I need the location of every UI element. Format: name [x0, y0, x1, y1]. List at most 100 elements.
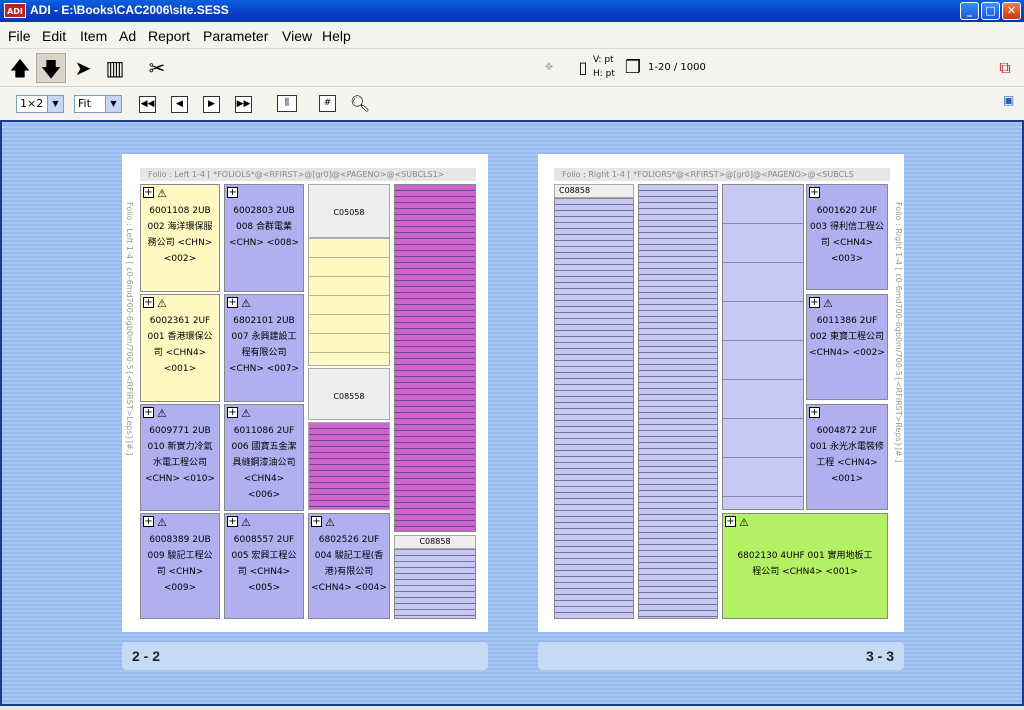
chevron-down-icon: ▼ — [47, 96, 63, 112]
menu-help[interactable]: Help — [322, 28, 351, 44]
page-range: 1-20 / 1000 — [648, 62, 706, 73]
ad-cell[interactable]: + ⚠ 6009771 2UB 010 新實力冷氣水電工程公司 <CHN> <01… — [140, 404, 220, 511]
menu-bar: File Edit Item Ad Report Parameter View … — [0, 22, 1024, 49]
filler-block[interactable] — [394, 184, 476, 532]
left-page-number: 2 - 2 — [132, 648, 161, 664]
expand-icon[interactable]: + — [227, 187, 238, 198]
filler-block[interactable] — [722, 184, 804, 510]
first-page-icon[interactable]: ◀◀ — [139, 96, 156, 113]
ad-cell[interactable]: + ⚠ 6002361 2UF 001 香港環保公司 <CHN4> <001> — [140, 294, 220, 402]
filler-block[interactable] — [638, 184, 718, 619]
warning-icon: ⚠ — [157, 187, 167, 200]
ad-cell[interactable]: + ⚠ 6008557 2UF 005 宏興工程公司 <CHN4> <005> — [224, 513, 304, 619]
arrow-down-icon[interactable]: 🡇 — [36, 53, 66, 83]
menu-parameter[interactable]: Parameter — [203, 28, 268, 44]
warning-icon: ⚠ — [241, 516, 251, 529]
minimize-button[interactable]: _ — [960, 2, 979, 20]
filler-block[interactable]: C05058 — [308, 184, 390, 238]
menu-item[interactable]: Item — [80, 28, 107, 44]
zoom-select[interactable]: Fit ▼ — [74, 95, 122, 113]
ad-cell[interactable]: + ⚠ 6802526 2UF 004 駿記工程(香港)有限公司 <CHN4> <… — [308, 513, 390, 619]
close-button[interactable]: ✕ — [1002, 2, 1021, 20]
expand-icon[interactable]: + — [725, 516, 736, 527]
warning-icon: ⚠ — [157, 516, 167, 529]
expand-icon[interactable]: + — [809, 187, 820, 198]
menu-file[interactable]: File — [8, 28, 31, 44]
warning-icon: ⚠ — [157, 297, 167, 310]
ad-label: 6001108 2UB 002 海洋環保服務公司 <CHN> <002> — [147, 206, 213, 264]
ad-label: 6008557 2UF 005 宏興工程公司 <CHN4> <005> — [231, 535, 297, 593]
left-page-side-label: Folio : Left 1-4 [ c0-6md700-6gb0m/700-5… — [125, 202, 134, 456]
pointer-icon[interactable]: ➤ — [68, 53, 98, 83]
vertical-unit: V: pt — [593, 55, 614, 65]
panel-icon[interactable]: ▣ — [1003, 93, 1014, 107]
left-page: Folio : Left 1-4 [ *FOLIOLS*@<RFIRST>@[g… — [122, 154, 488, 632]
ad-label: 6002361 2UF 001 香港環保公司 <CHN4> <001> — [147, 316, 213, 374]
ad-label: 6802101 2UB 007 永興建設工程有限公司 <CHN> <007> — [229, 316, 299, 374]
expand-icon[interactable]: + — [227, 297, 238, 308]
expand-icon[interactable]: + — [809, 407, 820, 418]
block-id: C08858 — [419, 537, 451, 546]
pages-icon[interactable]: ❐ — [618, 53, 648, 83]
ad-cell[interactable]: + ⚠ 6008389 2UB 009 駿記工程公司 <CHN> <009> — [140, 513, 220, 619]
filler-block[interactable]: C08858 — [554, 184, 634, 198]
ad-cell[interactable]: + ⚠ 6802101 2UB 007 永興建設工程有限公司 <CHN> <007… — [224, 294, 304, 402]
ad-cell[interactable]: + ⚠ 6001108 2UB 002 海洋環保服務公司 <CHN> <002> — [140, 184, 220, 292]
ad-cell[interactable]: + ⚠ 6802130 4UHF 001 實用地板工程公司 <CHN4> <001… — [722, 513, 888, 619]
zoom-select-value: Fit — [78, 97, 91, 110]
filler-block[interactable] — [308, 238, 390, 366]
ad-cell[interactable]: + ⚠ 6011086 2UF 006 國寶五金潔具縫鋼漆油公司 <CHN4> <… — [224, 404, 304, 511]
expand-icon[interactable]: + — [311, 516, 322, 527]
scissors-icon[interactable]: ✂ — [142, 53, 172, 83]
right-page: Folio : Right 1-4 [ *FOLIORS*@<RFIRST>@[… — [538, 154, 904, 632]
layout-workspace: Folio : Left 1-4 [ *FOLIOLS*@<RFIRST>@[g… — [0, 120, 1024, 706]
spread-icon[interactable]: ⫼ — [277, 95, 297, 112]
main-toolbar: 🡅 🡇 ➤ ▥ ✂ ✥ ▯ V: pt H: pt ❐ 1-20 / 1000 … — [0, 49, 1024, 132]
filler-block[interactable] — [308, 422, 390, 510]
next-page-icon[interactable]: ▶ — [203, 96, 220, 113]
filler-block[interactable] — [554, 198, 634, 619]
warning-icon: ⚠ — [241, 407, 251, 420]
horizontal-unit: H: pt — [593, 69, 615, 79]
add-column-icon[interactable]: ▥ — [100, 53, 130, 83]
ad-label: 6001620 2UF 003 得利信工程公司 <CHN4> <003> — [809, 206, 885, 264]
left-page-header: Folio : Left 1-4 [ *FOLIOLS*@<RFIRST>@[g… — [140, 168, 476, 181]
view-toolbar: 1×2 ▼ Fit ▼ ◀◀ ◀ ▶ ▶▶ ⫼ # 🔍︎ ▣ — [0, 87, 1024, 120]
warning-icon: ⚠ — [241, 297, 251, 310]
app-icon: ADI — [4, 3, 26, 18]
expand-icon[interactable]: + — [809, 297, 820, 308]
menu-edit[interactable]: Edit — [42, 28, 66, 44]
right-page-number: 3 - 3 — [865, 648, 894, 664]
expand-icon[interactable]: + — [143, 187, 154, 198]
warning-icon: ⚠ — [157, 407, 167, 420]
ad-cell[interactable]: + 6001620 2UF 003 得利信工程公司 <CHN4> <003> — [806, 184, 888, 290]
menu-report[interactable]: Report — [148, 28, 190, 44]
ad-cell[interactable]: + 6002803 2UB 008 合群電業 <CHN> <008> — [224, 184, 304, 292]
maximize-button[interactable]: □ — [981, 2, 1000, 20]
expand-icon[interactable]: + — [227, 516, 238, 527]
expand-icon[interactable]: + — [143, 297, 154, 308]
hash-icon[interactable]: # — [319, 95, 336, 112]
ad-label: 6008389 2UB 009 駿記工程公司 <CHN> <009> — [147, 535, 213, 593]
block-id: C05058 — [333, 208, 365, 217]
filler-block[interactable]: C08558 — [308, 368, 390, 420]
last-page-icon[interactable]: ▶▶ — [235, 96, 252, 113]
expand-icon[interactable]: + — [143, 407, 154, 418]
expand-icon[interactable]: + — [143, 516, 154, 527]
menu-ad[interactable]: Ad — [119, 28, 136, 44]
warning-icon: ⚠ — [823, 297, 833, 310]
layout-select[interactable]: 1×2 ▼ — [16, 95, 64, 113]
block-id: C08858 — [559, 186, 591, 195]
zoom-icon[interactable]: 🔍︎ — [345, 89, 375, 119]
menu-view[interactable]: View — [282, 28, 312, 44]
filler-block[interactable] — [394, 549, 476, 619]
ad-cell[interactable]: + 6004872 2UF 001 永光水電裝修工程 <CHN4> <001> — [806, 404, 888, 510]
expand-icon[interactable]: + — [227, 407, 238, 418]
ad-cell[interactable]: + ⚠ 6011386 2UF 002 東寶工程公司 <CHN4> <002> — [806, 294, 888, 400]
move-icon[interactable]: ✥ — [534, 53, 564, 83]
ad-label: 6802526 2UF 004 駿記工程(香港)有限公司 <CHN4> <004… — [311, 535, 387, 593]
window-switch-icon[interactable]: ⧉ — [990, 53, 1020, 83]
filler-block[interactable]: C08858 — [394, 535, 476, 549]
prev-page-icon[interactable]: ◀ — [171, 96, 188, 113]
arrow-up-icon[interactable]: 🡅 — [5, 53, 35, 83]
